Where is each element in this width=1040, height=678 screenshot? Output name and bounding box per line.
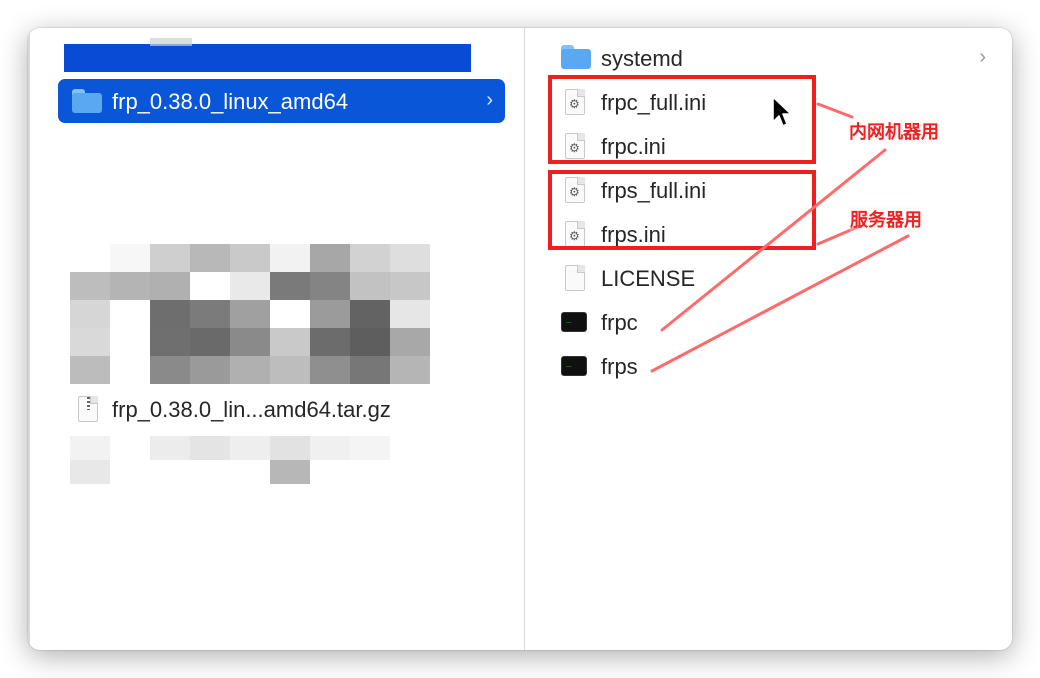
archive-file-item[interactable]: frp_0.38.0_lin...amd64.tar.gz <box>78 394 478 426</box>
terminal-executable-icon: _ <box>561 312 587 332</box>
file-item-license[interactable]: LICENSE <box>525 256 1012 300</box>
mouse-pointer-icon <box>772 96 792 127</box>
pixelated-redaction-2 <box>70 436 390 484</box>
file-label: frpc <box>601 310 638 335</box>
file-label: LICENSE <box>601 266 696 291</box>
server-annotation-label: 服务器用 <box>850 206 922 232</box>
redacted-item <box>64 38 471 72</box>
chevron-right-icon: › <box>979 46 986 68</box>
folder-icon <box>72 89 102 113</box>
file-label: frps <box>601 354 638 379</box>
folder-item-label: frp_0.38.0_linux_amd64 <box>112 89 349 114</box>
folder-item-frp-linux[interactable]: frp_0.38.0_linux_amd64 › <box>58 79 505 123</box>
archive-file-label: frp_0.38.0_lin...amd64.tar.gz <box>112 397 391 422</box>
chevron-right-icon: › <box>486 89 493 111</box>
archive-icon <box>78 396 98 422</box>
file-item-frpc[interactable]: _ frpc <box>525 300 1012 344</box>
terminal-executable-icon: _ <box>561 356 587 376</box>
server-files-highlight-box <box>548 170 816 250</box>
left-column: frp_0.38.0_linux_amd64 › frp_0.38.0_lin.… <box>28 28 524 650</box>
client-annotation-label: 内网机器用 <box>849 118 939 144</box>
file-item-frps[interactable]: _ frps <box>525 344 1012 388</box>
file-label: systemd <box>601 46 683 71</box>
folder-item-systemd[interactable]: systemd › <box>525 36 1012 80</box>
pixelated-redaction <box>70 244 430 384</box>
document-icon <box>565 265 585 291</box>
folder-icon <box>561 45 591 69</box>
